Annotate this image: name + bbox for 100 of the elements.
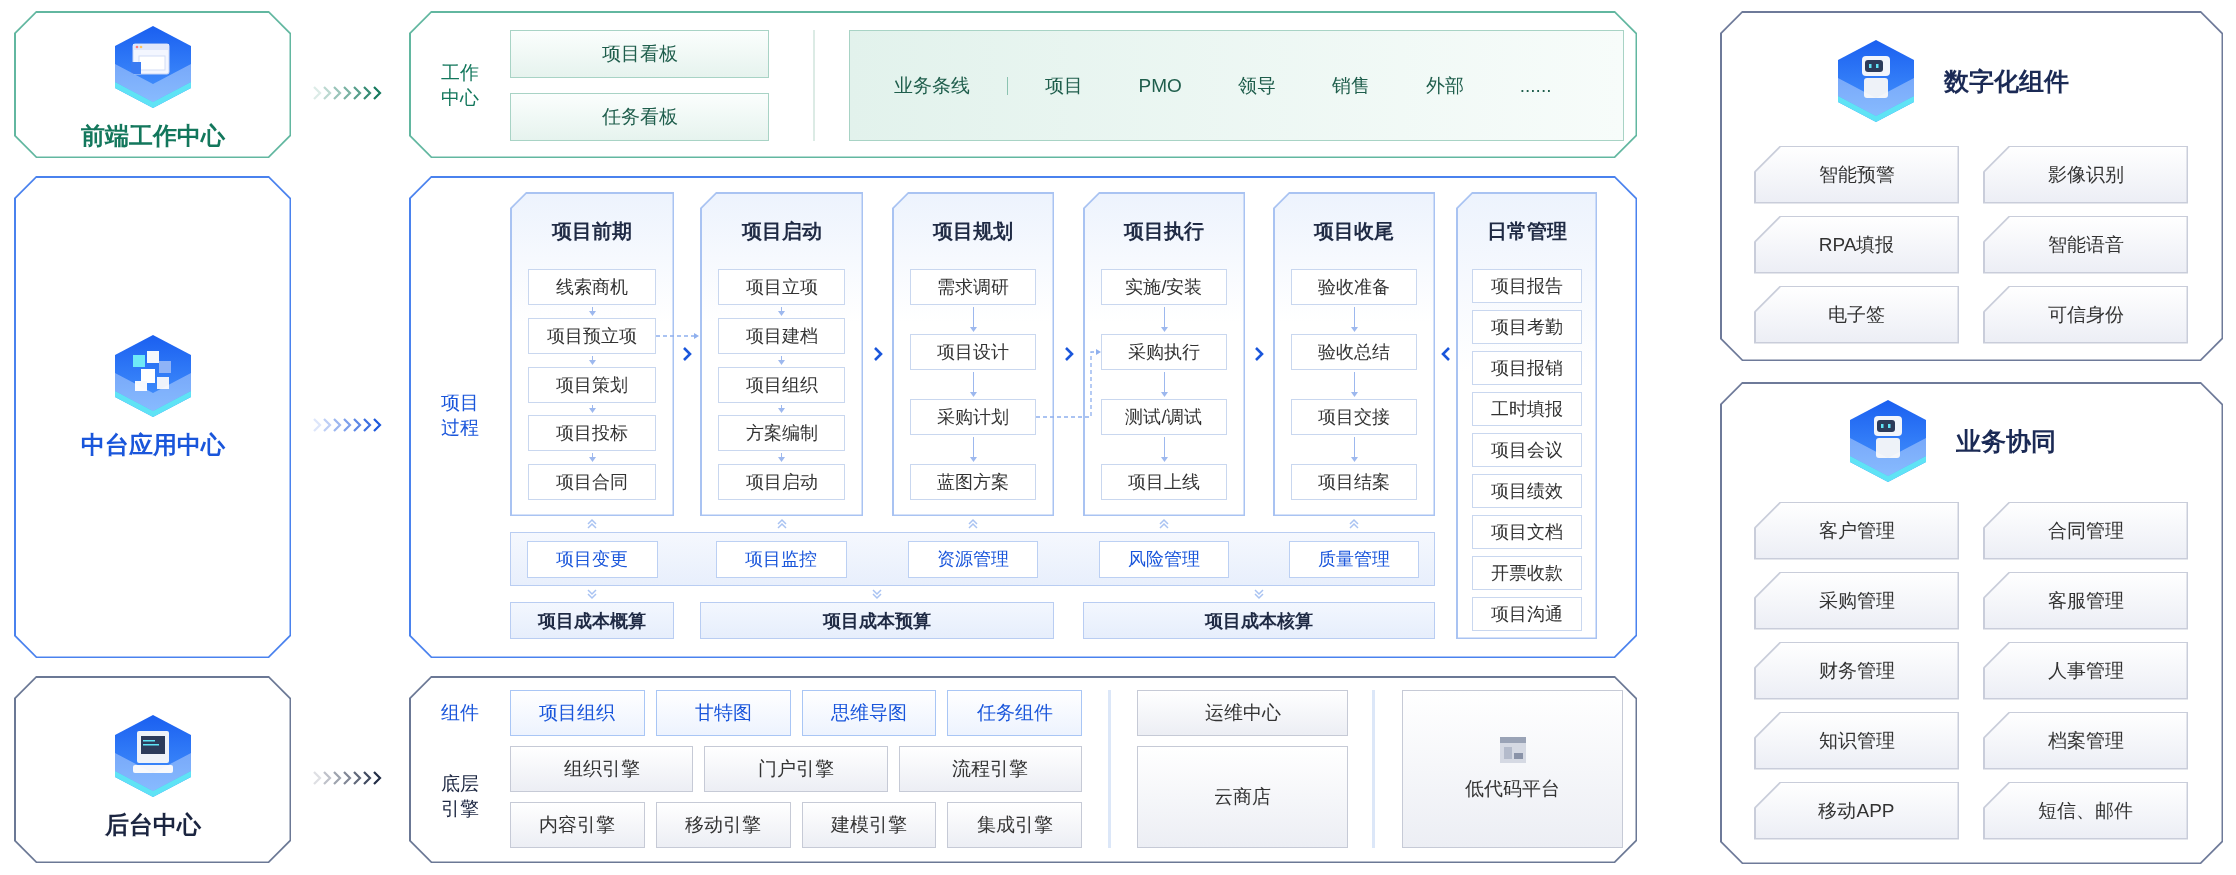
feature-item: 影像识别 — [1983, 145, 2188, 204]
dashed-connector — [1035, 349, 1101, 418]
engine-item: 移动引擎 — [655, 802, 791, 848]
step-box: 项目启动 — [718, 464, 845, 500]
step-box: 项目策划 — [528, 366, 656, 403]
side-title: 数字化组件 — [1943, 66, 2069, 97]
daily-item: 项目报告 — [1471, 269, 1582, 303]
section-label: 项目过程 — [441, 390, 480, 440]
double-chevron-up-icon — [775, 518, 788, 530]
flow-arrow — [778, 453, 785, 462]
business-line-item: 外部 — [1425, 73, 1464, 98]
daily-item: 项目文档 — [1471, 515, 1582, 549]
flow-arrow — [1160, 307, 1168, 332]
feature-item: 短信、邮件 — [1983, 781, 2188, 840]
feature-item: 知识管理 — [1754, 711, 1959, 770]
chevron-right-icon — [872, 346, 883, 362]
flow-arrow — [588, 355, 596, 365]
chevron-right-icon — [1063, 346, 1074, 362]
management-item: 资源管理 — [907, 540, 1038, 578]
daily-item: 项目会议 — [1471, 433, 1582, 467]
board-item: 项目看板 — [510, 30, 769, 78]
flow-arrow — [969, 437, 977, 462]
daily-item: 项目报销 — [1471, 351, 1582, 385]
step-box: 蓝图方案 — [910, 464, 1036, 500]
board-item: 任务看板 — [510, 93, 769, 141]
step-box: 采购执行 — [1101, 334, 1227, 370]
feature-item: 客服管理 — [1983, 571, 2188, 630]
double-chevron-up-icon — [1158, 518, 1170, 530]
double-chevron-down-icon — [1253, 588, 1265, 600]
management-item: 风险管理 — [1098, 540, 1229, 578]
feature-item: 客户管理 — [1754, 501, 1959, 560]
flow-arrow — [1160, 437, 1168, 462]
daily-item: 项目沟通 — [1471, 597, 1582, 631]
feature-item: 移动APP — [1754, 781, 1959, 840]
double-chevron-down-icon — [586, 588, 598, 600]
chevron-right-icon — [682, 346, 692, 362]
flow-arrow — [1350, 372, 1358, 397]
engine-item: 集成引擎 — [947, 802, 1082, 848]
step-box: 线索商机 — [528, 269, 656, 305]
engine-item: 门户引擎 — [704, 746, 888, 792]
cost-bar: 项目成本预算 — [700, 602, 1054, 639]
step-box: 项目设计 — [910, 334, 1036, 370]
engine-item: 内容引擎 — [510, 802, 645, 848]
component-item: 任务组件 — [947, 690, 1082, 736]
step-box: 项目投标 — [528, 415, 656, 452]
business-line-item: 领导 — [1237, 73, 1276, 98]
component-item: 项目组织 — [510, 690, 645, 736]
step-box: 方案编制 — [718, 415, 845, 452]
step-box: 验收总结 — [1291, 334, 1417, 370]
business-line-item: 销售 — [1331, 73, 1370, 98]
step-box: 项目上线 — [1101, 464, 1227, 500]
daily-item: 开票收款 — [1471, 556, 1582, 590]
flow-arrow — [1350, 307, 1358, 332]
double-chevron-down-icon — [871, 588, 883, 600]
feature-item: 合同管理 — [1983, 501, 2188, 560]
feature-item: 智能语音 — [1983, 215, 2188, 274]
platform-label: 低代码平台 — [1465, 777, 1560, 801]
feature-item: 可信身份 — [1983, 285, 2188, 344]
chevron-left-icon — [1440, 346, 1451, 362]
feature-item: 采购管理 — [1754, 571, 1959, 630]
double-chevron-up-icon — [586, 518, 598, 530]
step-box: 项目预立项 — [528, 317, 656, 354]
flow-arrow — [1160, 372, 1168, 397]
step-box: 验收准备 — [1291, 269, 1417, 305]
flow-arrow — [969, 372, 977, 397]
daily-item: 项目考勤 — [1471, 310, 1582, 344]
daily-item: 工时填报 — [1471, 392, 1582, 426]
feature-item: 财务管理 — [1754, 641, 1959, 700]
step-box: 项目组织 — [718, 366, 845, 403]
phase-title: 项目前期 — [550, 218, 633, 244]
management-item: 项目变更 — [527, 540, 658, 578]
app-window-icon — [1498, 736, 1527, 764]
phase-title: 项目执行 — [1122, 218, 1205, 244]
flow-arrow — [778, 404, 785, 414]
section-label: 工作中心 — [441, 60, 480, 110]
service-item: 运维中心 — [1137, 690, 1348, 736]
service-item: 云商店 — [1137, 746, 1348, 848]
business-line-item: 业务条线 — [893, 73, 970, 98]
cost-bar: 项目成本核算 — [1083, 602, 1435, 639]
flow-arrow — [778, 355, 785, 365]
phase-title: 项目规划 — [931, 218, 1014, 244]
component-item: 甘特图 — [655, 690, 791, 736]
feature-item: RPA填报 — [1754, 215, 1959, 274]
flow-arrow — [778, 307, 785, 316]
feature-item: 电子签 — [1754, 285, 1959, 344]
feature-item: 智能预警 — [1754, 145, 1959, 204]
tier-title: 后台中心 — [104, 809, 201, 840]
phase-title: 日常管理 — [1485, 218, 1568, 244]
phase-title: 项目启动 — [740, 218, 823, 244]
flow-arrow — [588, 307, 596, 316]
daily-item: 项目绩效 — [1471, 474, 1582, 508]
step-box: 项目结案 — [1291, 464, 1417, 500]
step-box: 采购计划 — [910, 399, 1036, 435]
double-chevron-up-icon — [967, 518, 979, 530]
flow-arrow — [1350, 437, 1358, 462]
chevron-right-icon — [1254, 346, 1264, 362]
step-box: 项目立项 — [718, 269, 845, 305]
step-box: 测试/调试 — [1101, 399, 1227, 435]
flow-arrow — [588, 453, 596, 462]
step-box: 项目建档 — [718, 317, 845, 354]
